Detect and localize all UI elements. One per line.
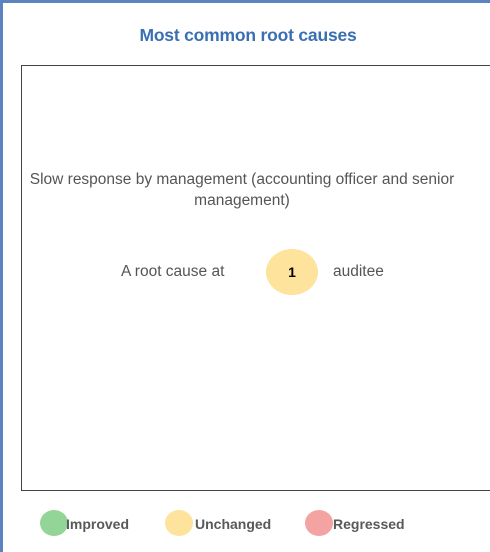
panel-title: Most common root causes xyxy=(139,25,357,45)
legend-label-improved: Improved xyxy=(66,516,130,532)
auditee-count-badge: 1 xyxy=(266,249,318,295)
root-cause-box: Slow response by management (accounting … xyxy=(21,65,490,491)
regressed-dot-icon xyxy=(305,510,333,536)
legend: Improved Unchanged Regressed xyxy=(3,507,490,539)
legend-label-regressed: Regressed xyxy=(333,516,405,532)
legend-label-unchanged: Unchanged xyxy=(195,516,272,532)
unchanged-dot-icon xyxy=(165,510,193,536)
improved-dot-icon xyxy=(40,510,68,536)
root-cause-description: Slow response by management (accounting … xyxy=(29,171,455,209)
root-causes-panel: Most common root causes Slow response by… xyxy=(0,0,490,552)
count-prefix-label: A root cause at xyxy=(121,263,225,280)
count-suffix-label: auditee xyxy=(333,263,384,280)
root-cause-count-row: A root cause at 1 auditee xyxy=(22,249,462,295)
